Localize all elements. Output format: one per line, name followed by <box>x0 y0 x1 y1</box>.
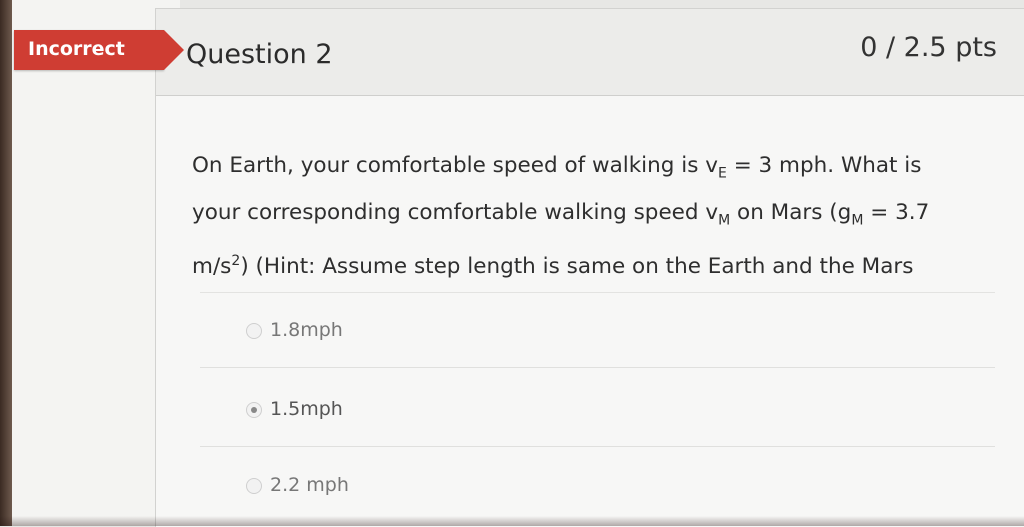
answer-label: 2.2 mph <box>270 474 349 496</box>
question-line-1: On Earth, your comfortable speed of walk… <box>192 146 982 193</box>
answer-label: 1.5mph <box>270 398 343 420</box>
text-segment: on Mars (g <box>730 200 852 226</box>
answer-option-2[interactable]: 1.5mph <box>200 382 995 447</box>
incorrect-badge: Incorrect <box>14 30 184 70</box>
radio-button-selected[interactable] <box>246 402 262 418</box>
status-label: Incorrect <box>28 38 125 60</box>
question-line-3: m/s2) (Hint: Assume step length is same … <box>192 241 982 287</box>
background-wall <box>0 0 12 526</box>
text-segment: your corresponding comfortable walking s… <box>192 200 719 226</box>
text-segment: ) (Hint: Assume step length is same on t… <box>240 253 914 279</box>
answer-option-3[interactable]: 2.2 mph <box>200 458 995 522</box>
subscript: M <box>851 212 864 229</box>
question-title: Question 2 <box>186 39 333 70</box>
bottom-shadow <box>0 516 1024 526</box>
subscript: E <box>718 165 727 182</box>
text-segment: = 3 mph. What is <box>726 153 922 178</box>
subscript: M <box>718 212 731 229</box>
text-segment: On Earth, your comfortable speed of walk… <box>192 153 718 178</box>
question-line-2: your corresponding comfortable walking s… <box>192 193 982 240</box>
answer-option-1[interactable]: 1.8mph <box>200 303 995 368</box>
question-header: Question 2 0 / 2.5 pts <box>156 9 1024 96</box>
answer-label: 1.8mph <box>270 319 343 341</box>
question-text: On Earth, your comfortable speed of walk… <box>192 146 982 287</box>
superscript: 2 <box>231 252 241 269</box>
radio-button[interactable] <box>246 478 262 494</box>
radio-button[interactable] <box>246 323 262 339</box>
text-segment: m/s <box>192 253 232 279</box>
question-points: 0 / 2.5 pts <box>860 32 997 63</box>
text-segment: = 3.7 <box>863 200 930 226</box>
answers-divider <box>200 292 995 293</box>
